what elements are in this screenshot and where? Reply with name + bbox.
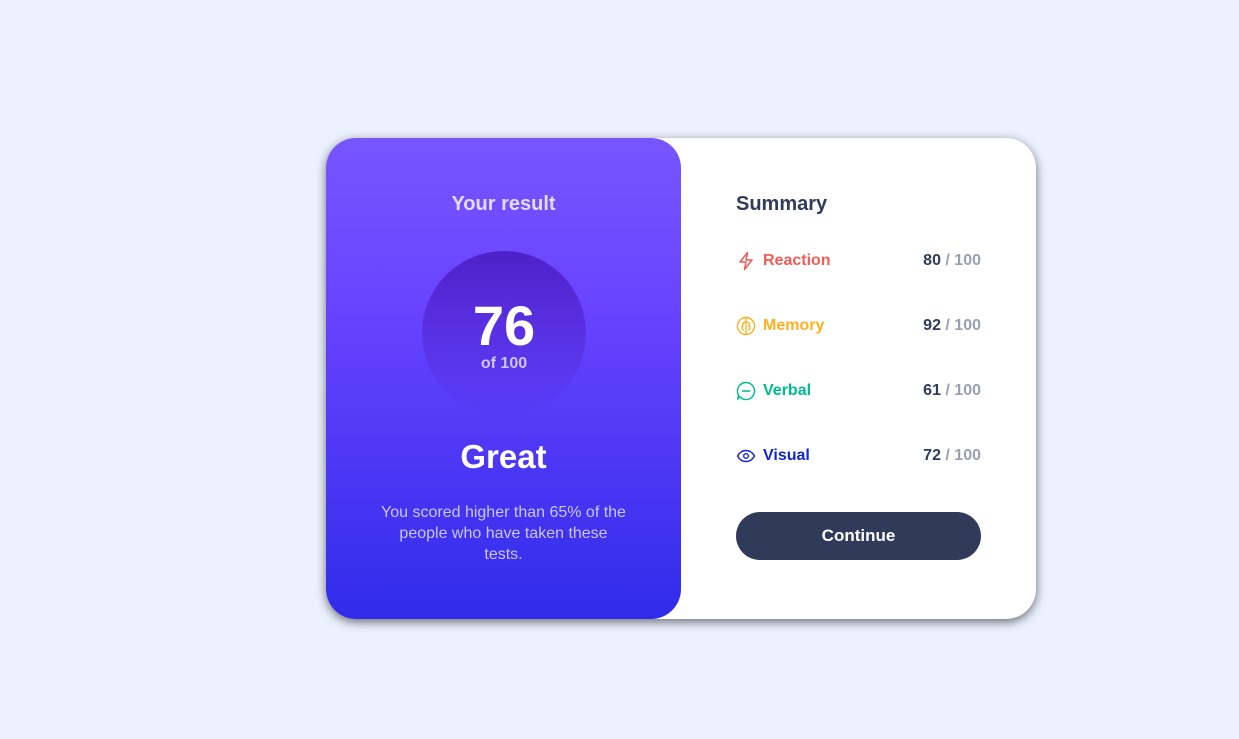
result-panel: Your result 76 of 100 Great You scored h… xyxy=(326,138,681,619)
result-title: Your result xyxy=(451,193,556,215)
summary-label-visual: Visual xyxy=(763,447,810,464)
chat-bubble-icon xyxy=(736,381,756,401)
score-circle: 76 of 100 xyxy=(422,251,586,415)
grade-label: Great xyxy=(460,438,547,475)
score-value: 76 xyxy=(472,294,536,357)
results-card: Your result 76 of 100 Great You scored h… xyxy=(326,138,1036,619)
summary-score-memory: 92 xyxy=(923,317,941,334)
summary-score-visual: 72 xyxy=(923,447,941,464)
score-max: of 100 xyxy=(480,355,528,372)
eye-icon xyxy=(736,446,756,466)
summary-row-verbal: Verbal 61 / 100 xyxy=(736,371,981,411)
summary-row-reaction: Reaction 80 / 100 xyxy=(736,241,981,281)
summary-label-verbal: Verbal xyxy=(763,382,812,399)
summary-title: Summary xyxy=(736,193,828,215)
lightning-icon xyxy=(736,251,756,271)
summary-max-memory: / 100 xyxy=(940,317,981,334)
summary-score-reaction: 80 xyxy=(923,252,941,269)
summary-max-verbal: / 100 xyxy=(940,382,981,399)
summary-row-visual: Visual 72 / 100 xyxy=(736,436,981,476)
brain-icon xyxy=(736,316,756,336)
summary-score-verbal: 61 xyxy=(923,382,941,399)
summary-label-memory: Memory xyxy=(763,317,825,334)
continue-button[interactable]: Continue xyxy=(736,512,981,560)
summary-row-memory: Memory 92 / 100 xyxy=(736,306,981,346)
result-description: You scored higher than 65% of the people… xyxy=(381,504,626,563)
summary-panel: Summary Reaction 80 / 100 Memory 92 / 10… xyxy=(681,138,1036,619)
summary-max-visual: / 100 xyxy=(940,447,981,464)
summary-max-reaction: / 100 xyxy=(940,252,981,269)
summary-label-reaction: Reaction xyxy=(763,252,831,269)
